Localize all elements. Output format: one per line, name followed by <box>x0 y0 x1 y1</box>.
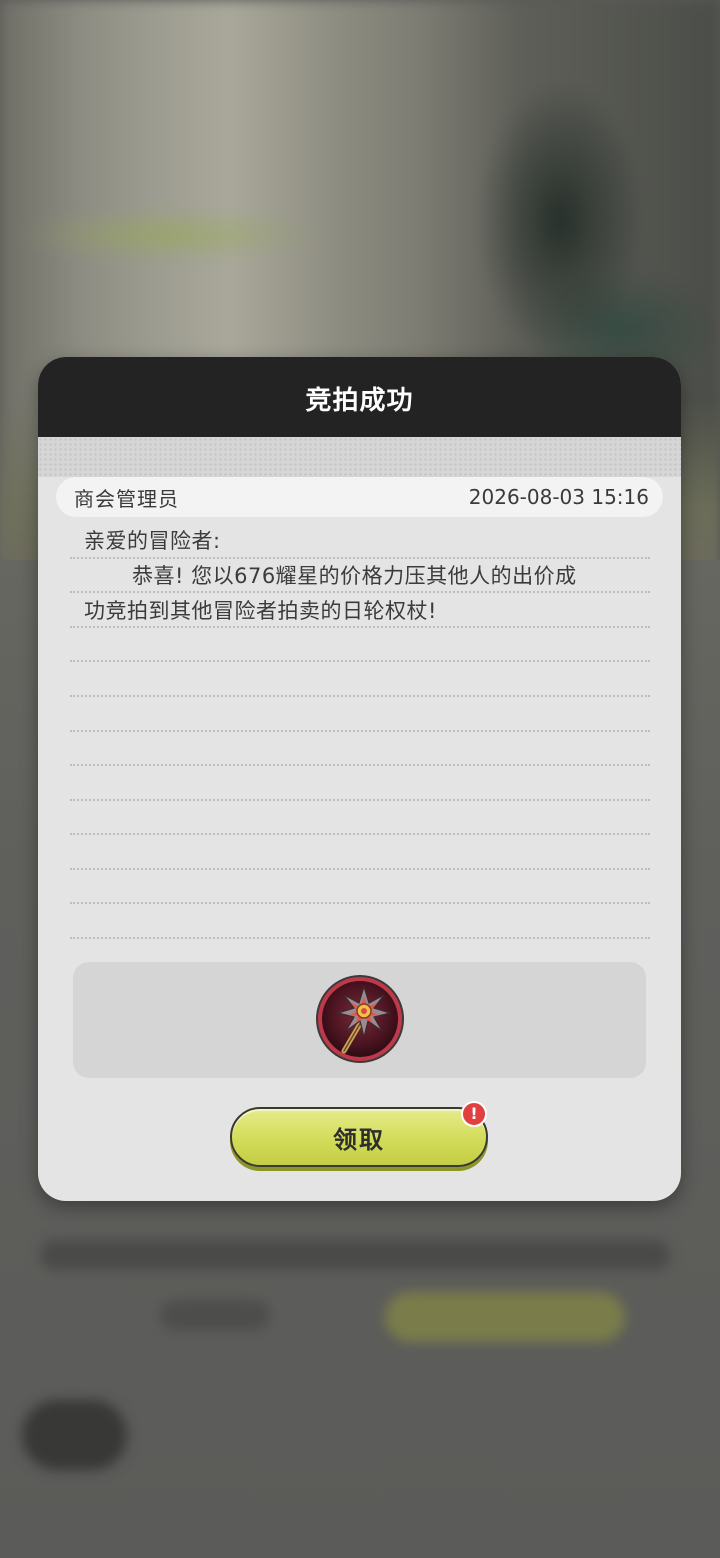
dialog-title: 竞拍成功 <box>305 385 414 416</box>
background-blur-shape <box>22 1400 127 1470</box>
letter-rule <box>70 937 650 939</box>
letter-greeting: 亲爱的冒险者: <box>84 529 221 553</box>
letter-rule <box>70 833 650 835</box>
letter-body: 亲爱的冒险者: 恭喜! 您以676耀星的价格力压其他人的出价成 功竞拍到其他冒险… <box>70 522 650 942</box>
letter-rule <box>70 902 650 904</box>
mail-timestamp: 2026-08-03 15:16 <box>468 485 649 509</box>
letter-rule <box>70 660 650 662</box>
claim-button[interactable]: 领取 <box>230 1107 488 1167</box>
dialog-header: 竞拍成功 <box>38 357 681 437</box>
header-pattern-band <box>38 437 681 477</box>
auction-success-dialog: 竞拍成功 商会管理员 2026-08-03 15:16 亲爱的冒险者: 恭喜! … <box>38 357 681 1201</box>
letter-body-line-1: 恭喜! 您以676耀星的价格力压其他人的出价成 <box>132 564 577 588</box>
claim-button-label: 领取 <box>333 1125 385 1154</box>
letter-rule <box>70 730 650 732</box>
letter-body-line-2: 功竞拍到其他冒险者拍卖的日轮权杖! <box>84 599 437 623</box>
sender-name: 商会管理员 <box>74 486 179 511</box>
letter-rule <box>70 799 650 801</box>
sun-scepter-icon <box>316 975 404 1063</box>
background-blur-shape <box>385 1292 625 1342</box>
background-blur-shape <box>160 1300 270 1330</box>
letter-rule <box>70 868 650 870</box>
screen: 竞拍成功 商会管理员 2026-08-03 15:16 亲爱的冒险者: 恭喜! … <box>0 0 720 1558</box>
alert-badge-icon: ! <box>461 1101 487 1127</box>
reward-item-slot[interactable] <box>314 973 406 1065</box>
mail-meta-bar: 商会管理员 2026-08-03 15:16 <box>56 477 663 517</box>
letter-rule <box>70 695 650 697</box>
background-blur-shape <box>40 1240 670 1270</box>
letter-rule <box>70 764 650 766</box>
